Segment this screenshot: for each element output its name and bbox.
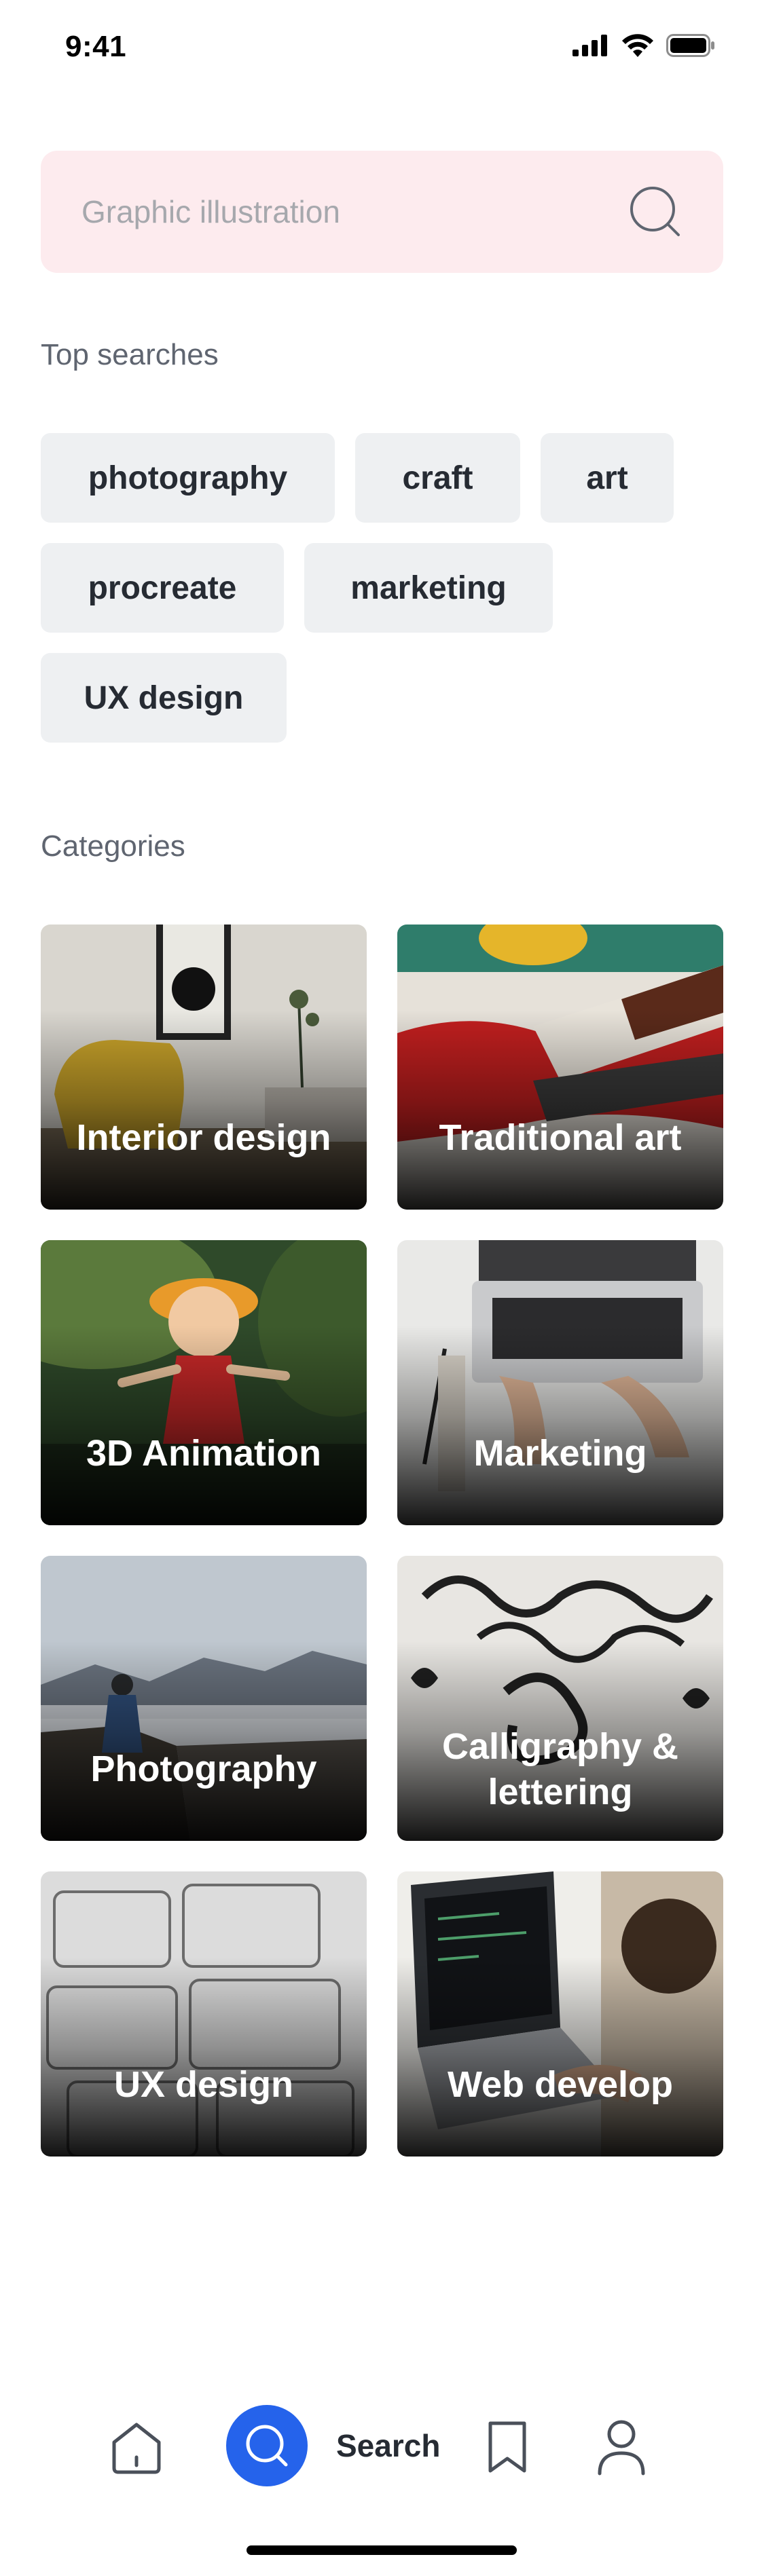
category-label: 3D Animation (86, 1433, 322, 1474)
category-label: Calligraphy & lettering (441, 1725, 679, 1813)
cellular-signal-icon (572, 35, 607, 56)
tab-search-circle (226, 2405, 308, 2486)
search-icon (246, 2425, 288, 2467)
category-card-ux-design[interactable]: UX design (41, 1871, 367, 2157)
search-chip[interactable]: UX design (41, 653, 287, 743)
search-box (41, 151, 723, 273)
category-label: UX design (113, 2064, 294, 2106)
home-icon[interactable] (109, 2421, 164, 2475)
category-card-web-develop[interactable]: Web develop (397, 1871, 723, 2157)
tab-search-label: Search (336, 2428, 441, 2463)
profile-icon[interactable] (596, 2418, 647, 2476)
category-card-marketing[interactable]: Marketing (397, 1240, 723, 1525)
search-chip[interactable]: procreate (41, 543, 284, 633)
wifi-icon (622, 34, 653, 57)
tab-bar: Search (0, 2376, 764, 2512)
search-chip[interactable]: art (541, 433, 674, 523)
categories-title: Categories (41, 829, 185, 863)
bookmark-icon[interactable] (486, 2419, 528, 2475)
tab-search[interactable]: Search (226, 2405, 440, 2486)
status-bar: 9:41 (0, 0, 764, 95)
search-chip[interactable]: photography (41, 433, 335, 523)
search-chip[interactable]: marketing (304, 543, 553, 633)
category-label: Marketing (473, 1433, 647, 1474)
category-label: Photography (90, 1749, 317, 1790)
search-chip[interactable]: craft (355, 433, 520, 523)
battery-icon (666, 34, 714, 57)
category-label: Web develop (447, 2064, 674, 2106)
category-label: Interior design (76, 1117, 331, 1159)
category-label: Traditional art (439, 1117, 682, 1159)
top-searches-title: Top searches (41, 338, 219, 371)
search-icon[interactable] (628, 185, 683, 239)
category-card-interior-design[interactable]: Interior design (41, 925, 367, 1210)
search-input[interactable] (81, 151, 638, 273)
category-card-photography[interactable]: Photography (41, 1556, 367, 1841)
home-indicator (247, 2545, 517, 2555)
category-card-calligraphy-lettering[interactable]: Calligraphy & lettering (397, 1556, 723, 1841)
status-time: 9:41 (65, 30, 127, 63)
category-card-traditional-art[interactable]: Traditional art (397, 925, 723, 1210)
category-card-3d-animation[interactable]: 3D Animation (41, 1240, 367, 1525)
status-icons (572, 34, 715, 57)
